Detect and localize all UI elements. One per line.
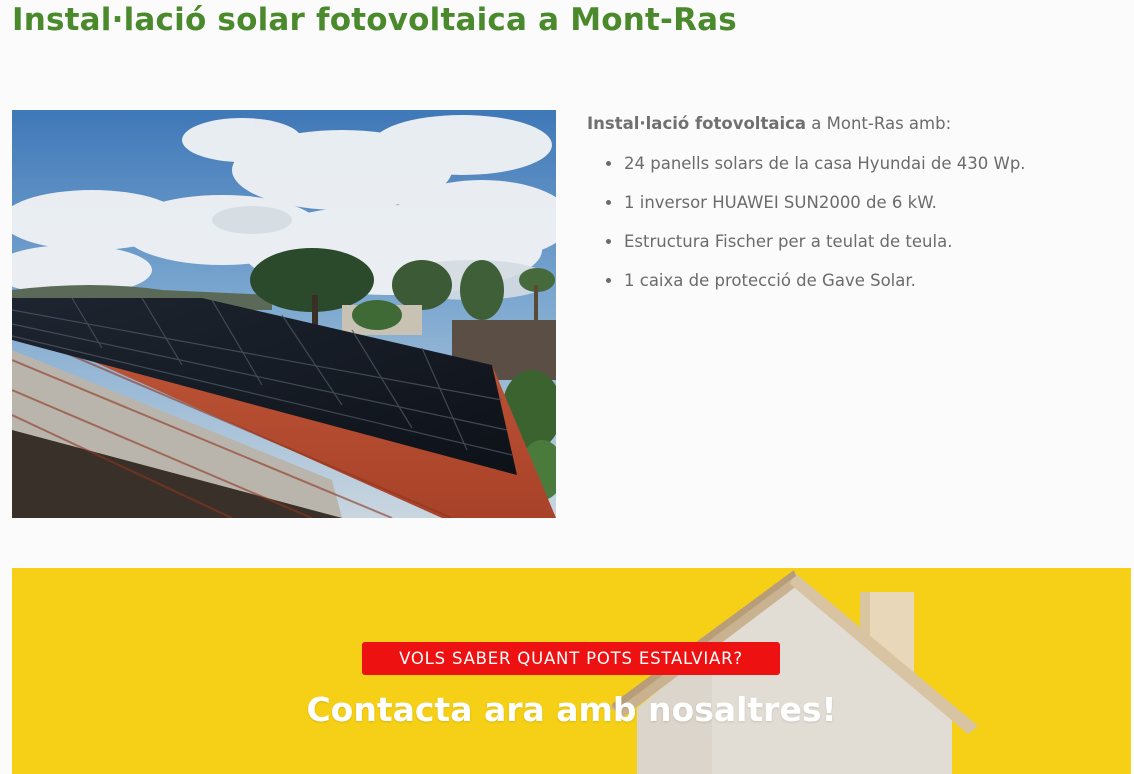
- list-item: 1 caixa de protecció de Gave Solar.: [606, 268, 1107, 293]
- bullet-icon: [606, 278, 611, 283]
- bullet-icon: [606, 161, 611, 166]
- contact-banner[interactable]: VOLS SABER QUANT POTS ESTALVIAR? Contact…: [12, 568, 1131, 774]
- list-item: 24 panells solars de la casa Hyundai de …: [606, 151, 1107, 176]
- list-item-text: Estructura Fischer per a teulat de teula…: [624, 232, 953, 251]
- list-item-text: 1 caixa de protecció de Gave Solar.: [624, 271, 916, 290]
- intro-rest: a Mont-Ras amb:: [806, 114, 952, 133]
- intro-bold: Instal·lació fotovoltaica: [587, 114, 807, 133]
- savings-question-badge[interactable]: VOLS SABER QUANT POTS ESTALVIAR?: [362, 642, 780, 675]
- list-item-text: 24 panells solars de la casa Hyundai de …: [624, 154, 1026, 173]
- solar-installation-photo: [12, 110, 556, 518]
- bullet-icon: [606, 200, 611, 205]
- list-item: 1 inversor HUAWEI SUN2000 de 6 kW.: [606, 190, 1107, 215]
- list-item: Estructura Fischer per a teulat de teula…: [606, 229, 1107, 254]
- bullet-icon: [606, 239, 611, 244]
- equipment-list: 24 panells solars de la casa Hyundai de …: [587, 151, 1107, 293]
- installation-details: Instal·lació fotovoltaica a Mont-Ras amb…: [587, 111, 1107, 307]
- list-item-text: 1 inversor HUAWEI SUN2000 de 6 kW.: [624, 193, 937, 212]
- installation-intro: Instal·lació fotovoltaica a Mont-Ras amb…: [587, 111, 1107, 137]
- contact-heading[interactable]: Contacta ara amb nosaltres!: [12, 690, 1131, 729]
- page-title: Instal·lació solar fotovoltaica a Mont-R…: [12, 2, 737, 38]
